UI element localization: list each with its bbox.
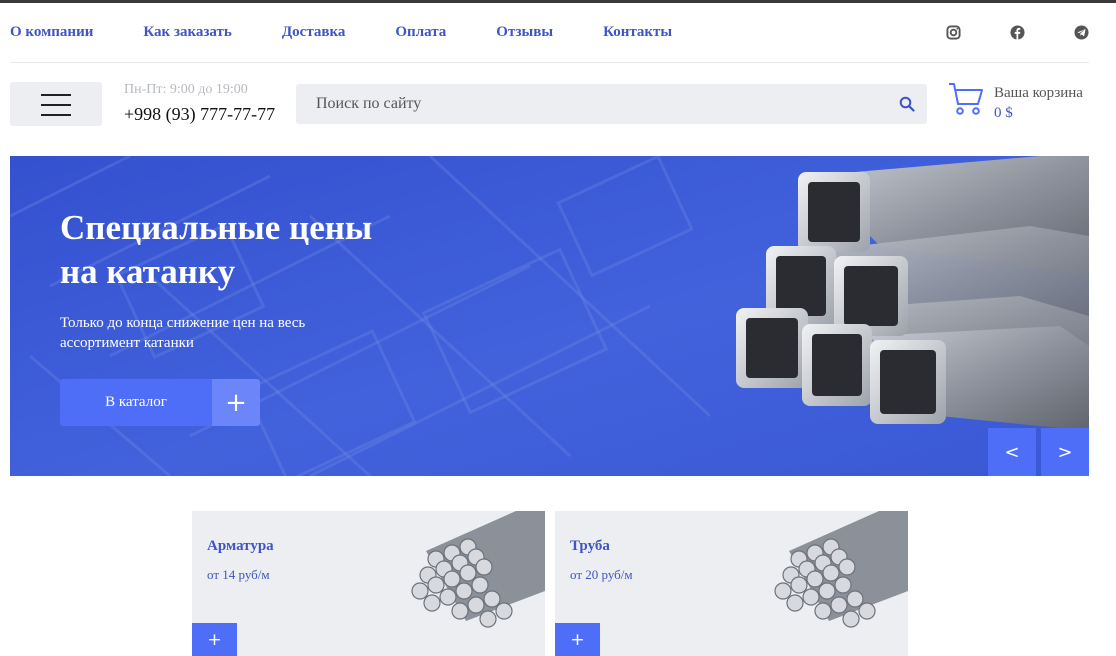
header-divider — [10, 62, 1089, 63]
slider-prev-button[interactable]: < — [988, 428, 1036, 476]
working-hours: Пн-Пт: 9:00 до 19:00 — [124, 82, 248, 97]
cart-label[interactable]: Ваша корзина — [994, 85, 1083, 102]
facebook-icon[interactable] — [1010, 25, 1025, 40]
nav-item-about[interactable]: О компании — [10, 24, 93, 44]
hamburger-icon — [41, 94, 71, 96]
card-add-button[interactable]: + — [555, 623, 600, 656]
instagram-icon[interactable] — [946, 25, 961, 40]
rebar-bundle-image — [411, 511, 545, 628]
product-card-pipe[interactable]: Труба от 20 руб/м + — [555, 511, 908, 656]
rebar-bundle-image — [774, 511, 908, 628]
hero-banner: Специальные цены на катанку Только до ко… — [10, 156, 1089, 476]
phone-number[interactable]: +998 (93) 777-77-77 — [124, 104, 275, 125]
telegram-icon[interactable] — [1074, 25, 1089, 40]
nav-item-contacts[interactable]: Контакты — [603, 24, 672, 44]
catalog-button[interactable]: В каталог — [60, 379, 212, 426]
main-nav: О компании Как заказать Доставка Оплата … — [10, 24, 722, 44]
search-icon[interactable] — [899, 96, 915, 112]
product-card-rebar[interactable]: Арматура от 14 руб/м + — [192, 511, 545, 656]
nav-item-reviews[interactable]: Отзывы — [496, 24, 553, 44]
top-border — [0, 0, 1116, 3]
slider-next-button[interactable]: > — [1041, 428, 1089, 476]
card-title[interactable]: Труба — [570, 538, 610, 555]
catalog-plus-button[interactable]: + — [212, 379, 260, 426]
cart-total: 0 $ — [994, 105, 1013, 121]
card-add-button[interactable]: + — [192, 623, 237, 656]
nav-item-delivery[interactable]: Доставка — [282, 24, 346, 44]
cart-icon[interactable] — [948, 82, 984, 116]
search-bar — [296, 84, 927, 124]
hero-title: Специальные цены на катанку — [60, 208, 373, 291]
hero-subtitle: Только до конца снижение цен на весь асс… — [60, 315, 306, 351]
nav-item-payment[interactable]: Оплата — [395, 24, 446, 44]
card-title[interactable]: Арматура — [207, 538, 274, 555]
card-price: от 20 руб/м — [570, 567, 633, 582]
search-input[interactable] — [296, 84, 886, 124]
card-price: от 14 руб/м — [207, 567, 270, 582]
nav-item-how-to-order[interactable]: Как заказать — [143, 24, 231, 44]
menu-button[interactable] — [10, 82, 102, 126]
